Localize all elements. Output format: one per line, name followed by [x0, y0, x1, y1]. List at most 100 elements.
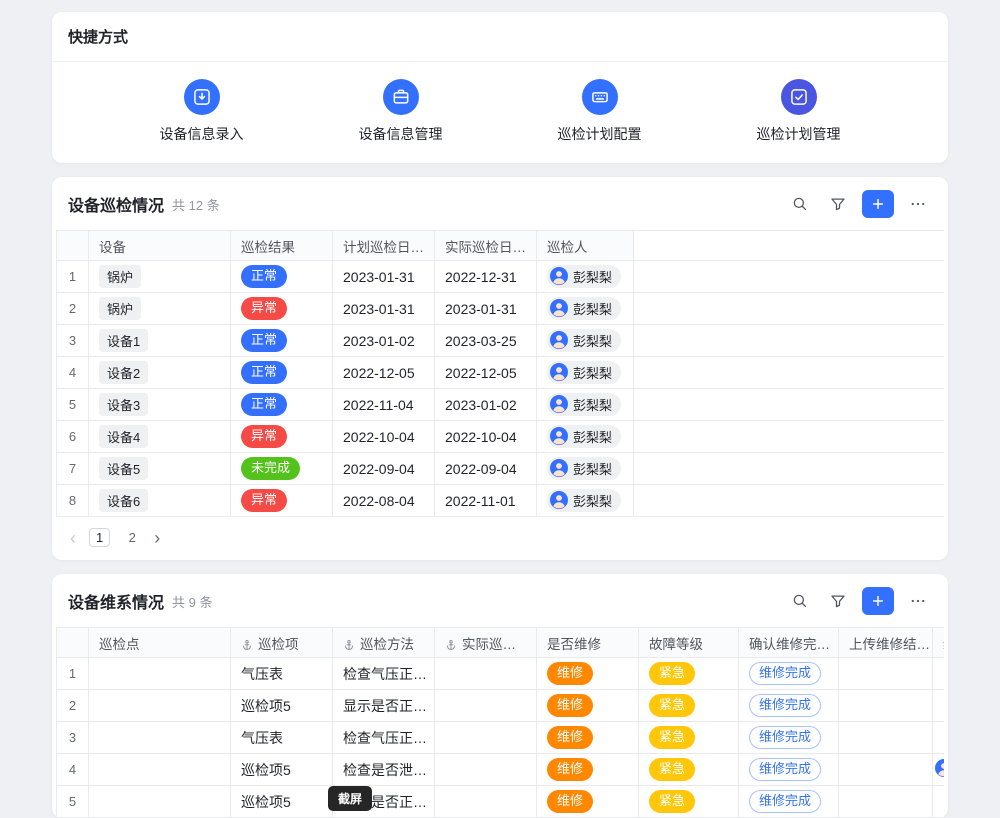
repair-cell[interactable]: 维修	[537, 754, 639, 786]
filter-button[interactable]	[824, 587, 852, 615]
maintenance-row[interactable]: 1 气压表 检查气压正… 维修 紧急 维修完成	[57, 658, 945, 690]
actual-date-cell[interactable]: 2022-09-04	[435, 453, 537, 485]
inspection-row[interactable]: 7 设备5 未完成 2022-09-04 2022-09-04 彭梨梨	[57, 453, 945, 485]
inspection-row[interactable]: 5 设备3 正常 2022-11-04 2023-01-02 彭梨梨	[57, 389, 945, 421]
actual-cell[interactable]	[435, 690, 537, 722]
planned-date-cell[interactable]: 2023-01-02	[333, 325, 435, 357]
actual-cell[interactable]	[435, 754, 537, 786]
device-cell[interactable]: 锅炉	[89, 293, 231, 325]
more-button[interactable]	[904, 587, 932, 615]
confirm-cell[interactable]: 维修完成	[739, 786, 839, 818]
inspector-cell[interactable]: 彭梨梨	[537, 261, 634, 293]
planned-date-cell[interactable]: 2022-09-04	[333, 453, 435, 485]
actual-date-cell[interactable]: 2023-01-02	[435, 389, 537, 421]
level-cell[interactable]: 紧急	[639, 786, 739, 818]
col-planned-date[interactable]: 计划巡检日…	[333, 231, 435, 261]
upload-cell[interactable]	[839, 690, 933, 722]
repair-cell[interactable]: 维修	[537, 722, 639, 754]
actual-date-cell[interactable]: 2023-01-31	[435, 293, 537, 325]
result-cell[interactable]: 正常	[231, 261, 333, 293]
planned-date-cell[interactable]: 2022-11-04	[333, 389, 435, 421]
col-upload[interactable]: 上传维修结…	[839, 628, 933, 658]
shortcut-plan-manage[interactable]: 巡检计划管理	[699, 79, 898, 144]
inspector-cell[interactable]: 彭梨梨	[537, 485, 634, 517]
item-cell[interactable]: 气压表	[231, 658, 333, 690]
result-cell[interactable]: 正常	[231, 357, 333, 389]
actual-date-cell[interactable]: 2022-11-01	[435, 485, 537, 517]
extra-cell[interactable]	[933, 722, 945, 754]
maintenance-row[interactable]: 4 巡检项5 检查是否泄… 维修 紧急 维修完成	[57, 754, 945, 786]
point-cell[interactable]	[89, 690, 231, 722]
upload-cell[interactable]	[839, 754, 933, 786]
upload-cell[interactable]	[839, 786, 933, 818]
inspector-cell[interactable]: 彭梨梨	[537, 357, 634, 389]
col-device[interactable]: 设备	[89, 231, 231, 261]
extra-cell[interactable]	[933, 690, 945, 722]
actual-date-cell[interactable]: 2023-03-25	[435, 325, 537, 357]
actual-date-cell[interactable]: 2022-12-31	[435, 261, 537, 293]
method-cell[interactable]: 检查气压正…	[333, 722, 435, 754]
inspection-row[interactable]: 3 设备1 正常 2023-01-02 2023-03-25 彭梨梨	[57, 325, 945, 357]
point-cell[interactable]	[89, 658, 231, 690]
result-cell[interactable]: 未完成	[231, 453, 333, 485]
add-record-button[interactable]	[862, 587, 894, 615]
result-cell[interactable]: 异常	[231, 485, 333, 517]
device-cell[interactable]: 设备2	[89, 357, 231, 389]
planned-date-cell[interactable]: 2023-01-31	[333, 293, 435, 325]
level-cell[interactable]: 紧急	[639, 690, 739, 722]
planned-date-cell[interactable]: 2022-08-04	[333, 485, 435, 517]
planned-date-cell[interactable]: 2023-01-31	[333, 261, 435, 293]
repair-cell[interactable]: 维修	[537, 658, 639, 690]
maintenance-row[interactable]: 2 巡检项5 显示是否正… 维修 紧急 维修完成	[57, 690, 945, 722]
shortcut-device-entry[interactable]: 设备信息录入	[102, 79, 301, 144]
page-number-1[interactable]: 1	[89, 528, 110, 547]
col-confirm[interactable]: 确认维修完…	[739, 628, 839, 658]
extra-cell[interactable]	[933, 786, 945, 818]
actual-cell[interactable]	[435, 722, 537, 754]
item-cell[interactable]: 巡检项5	[231, 786, 333, 818]
level-cell[interactable]: 紧急	[639, 722, 739, 754]
method-cell[interactable]: 显示是否正…	[333, 690, 435, 722]
actual-cell[interactable]	[435, 658, 537, 690]
device-cell[interactable]: 设备3	[89, 389, 231, 421]
item-cell[interactable]: 巡检项5	[231, 690, 333, 722]
col-actual-date[interactable]: 实际巡检日…	[435, 231, 537, 261]
col-level[interactable]: 故障等级	[639, 628, 739, 658]
device-cell[interactable]: 设备4	[89, 421, 231, 453]
repair-cell[interactable]: 维修	[537, 786, 639, 818]
inspection-row[interactable]: 2 锅炉 异常 2023-01-31 2023-01-31 彭梨梨	[57, 293, 945, 325]
maintenance-row[interactable]: 3 气压表 检查气压正… 维修 紧急 维修完成	[57, 722, 945, 754]
filter-button[interactable]	[824, 190, 852, 218]
device-cell[interactable]: 设备6	[89, 485, 231, 517]
col-repair[interactable]: 是否维修	[537, 628, 639, 658]
shortcut-plan-config[interactable]: 巡检计划配置	[500, 79, 699, 144]
confirm-cell[interactable]: 维修完成	[739, 722, 839, 754]
result-cell[interactable]: 异常	[231, 421, 333, 453]
col-point[interactable]: 巡检点	[89, 628, 231, 658]
inspector-cell[interactable]: 彭梨梨	[537, 453, 634, 485]
next-page-button[interactable]: ›	[154, 529, 160, 547]
point-cell[interactable]	[89, 722, 231, 754]
actual-cell[interactable]	[435, 786, 537, 818]
add-record-button[interactable]	[862, 190, 894, 218]
device-cell[interactable]: 设备1	[89, 325, 231, 357]
extra-cell[interactable]	[933, 754, 945, 786]
item-cell[interactable]: 气压表	[231, 722, 333, 754]
inspection-row[interactable]: 6 设备4 异常 2022-10-04 2022-10-04 彭梨梨	[57, 421, 945, 453]
level-cell[interactable]: 紧急	[639, 754, 739, 786]
inspection-row[interactable]: 8 设备6 异常 2022-08-04 2022-11-01 彭梨梨	[57, 485, 945, 517]
result-cell[interactable]: 异常	[231, 293, 333, 325]
point-cell[interactable]	[89, 754, 231, 786]
method-cell[interactable]: 检查是否泄…	[333, 754, 435, 786]
item-cell[interactable]: 巡检项5	[231, 754, 333, 786]
repair-cell[interactable]: 维修	[537, 690, 639, 722]
inspector-cell[interactable]: 彭梨梨	[537, 325, 634, 357]
inspector-cell[interactable]: 彭梨梨	[537, 389, 634, 421]
search-button[interactable]	[786, 587, 814, 615]
point-cell[interactable]	[89, 786, 231, 818]
col-inspector[interactable]: 巡检人	[537, 231, 634, 261]
shortcut-device-manage[interactable]: 设备信息管理	[301, 79, 500, 144]
inspector-cell[interactable]: 彭梨梨	[537, 293, 634, 325]
page-number-2[interactable]: 2	[123, 530, 141, 545]
col-method[interactable]: 巡检方法	[333, 628, 435, 658]
